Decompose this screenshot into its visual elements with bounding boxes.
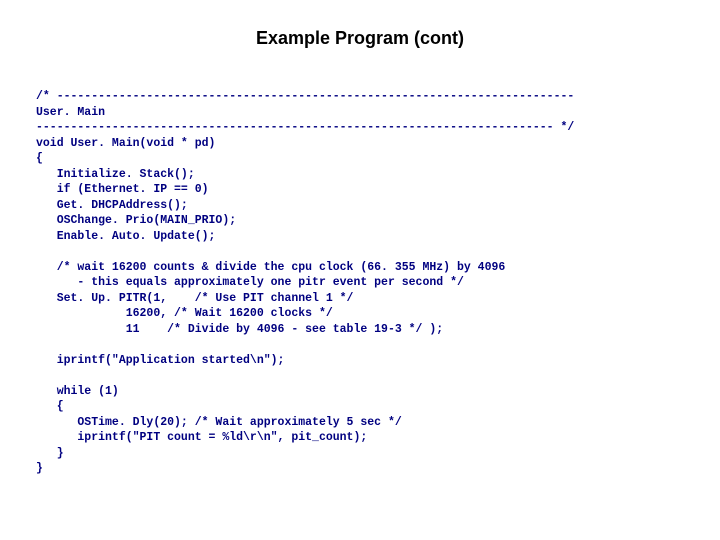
code-block: /* -------------------------------------… bbox=[36, 89, 684, 477]
slide-title: Example Program (cont) bbox=[36, 28, 684, 49]
slide: Example Program (cont) /* --------------… bbox=[0, 0, 720, 540]
